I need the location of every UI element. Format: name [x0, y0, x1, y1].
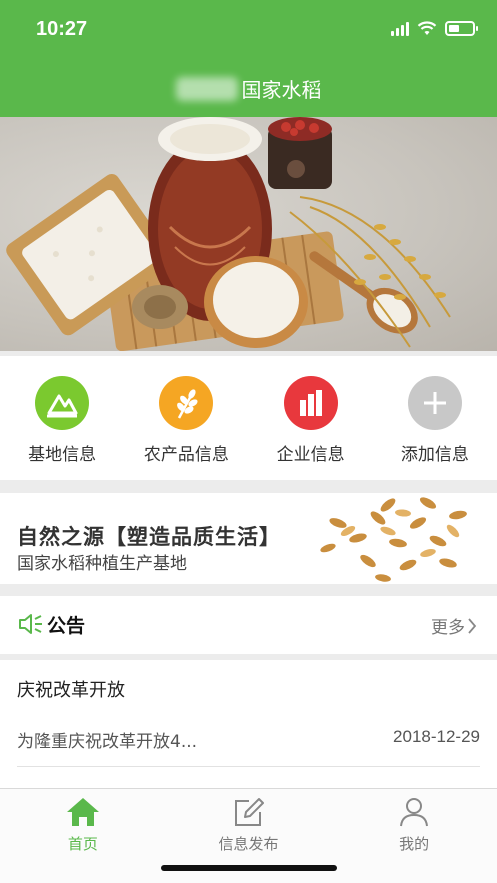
- grid-item-base-info[interactable]: 基地信息: [0, 356, 124, 480]
- grid-label: 添加信息: [400, 445, 469, 465]
- grid-label: 企业信息: [276, 445, 345, 465]
- building-icon: [283, 376, 338, 430]
- tab-home[interactable]: 首页: [0, 789, 166, 883]
- grid-item-add-info[interactable]: 添加信息: [373, 356, 497, 480]
- app-header: 10:27 国家水稻: [0, 0, 497, 117]
- notice-list: 庆祝改革开放 为隆重庆祝改革开放4... 2018-12-29: [0, 660, 497, 788]
- grid-label: 农产品信息: [143, 445, 229, 465]
- user-icon: [400, 798, 429, 827]
- promo-banner[interactable]: 自然之源【塑造品质生活】 国家水稻种植生产基地: [0, 493, 497, 584]
- page-title: 国家水稻: [241, 78, 322, 102]
- wheat-icon: [159, 376, 214, 430]
- home-icon: [66, 798, 99, 826]
- speaker-icon: [19, 614, 42, 634]
- more-label: 更多: [431, 618, 465, 638]
- tab-label: 首页: [67, 835, 98, 853]
- promo-subtitle: 国家水稻种植生产基地: [17, 554, 187, 574]
- wifi-icon: [417, 21, 437, 35]
- notice-title: 公告: [47, 615, 86, 637]
- promo-title: 自然之源【塑造品质生活】: [17, 525, 281, 549]
- signal-icon: [391, 21, 409, 36]
- notice-header: 公告 更多: [0, 596, 497, 654]
- chevron-right-icon: [468, 617, 477, 634]
- grid-item-company-info[interactable]: 企业信息: [249, 356, 373, 480]
- tab-label: 我的: [399, 835, 430, 853]
- divider: [17, 766, 480, 767]
- edit-icon: [234, 798, 264, 826]
- grid-item-product-info[interactable]: 农产品信息: [124, 356, 248, 480]
- battery-icon: [445, 21, 478, 36]
- tab-label: 信息发布: [218, 835, 279, 853]
- function-grid: 基地信息 农产品信息 企业信息 添加信息: [0, 356, 497, 480]
- blurred-title-prefix: [175, 76, 238, 101]
- grid-label: 基地信息: [28, 445, 97, 465]
- status-icons: [391, 21, 478, 36]
- home-indicator: [161, 865, 337, 871]
- tab-mine[interactable]: 我的: [331, 789, 497, 883]
- base-icon: [35, 376, 90, 430]
- more-link[interactable]: 更多: [431, 613, 477, 638]
- status-time: 10:27: [36, 18, 88, 40]
- banner-image[interactable]: [0, 117, 497, 351]
- notice-item-date: 2018-12-29: [393, 727, 480, 746]
- notice-item-summary: 为隆重庆祝改革开放4...: [17, 732, 198, 752]
- plus-icon: [407, 376, 462, 430]
- grain-image: [320, 497, 467, 582]
- notice-item-title: 庆祝改革开放: [17, 680, 125, 701]
